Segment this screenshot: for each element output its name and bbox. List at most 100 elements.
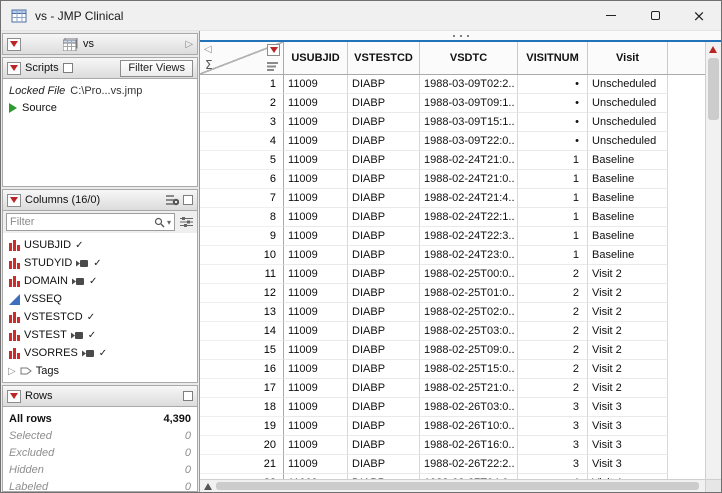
cell-vsdtc[interactable]: 1988-02-24T21:0..	[420, 151, 518, 170]
cell-vsdtc[interactable]: 1988-03-09T22:0..	[420, 132, 518, 151]
row-number[interactable]: 9	[200, 227, 284, 246]
cell-vstestcd[interactable]: DIABP	[348, 151, 420, 170]
cell-vsdtc[interactable]: 1988-02-25T01:0..	[420, 284, 518, 303]
cell-vstestcd[interactable]: DIABP	[348, 303, 420, 322]
cell-visitnum[interactable]: •	[518, 94, 588, 113]
cell-vstestcd[interactable]: DIABP	[348, 322, 420, 341]
cell-vstestcd[interactable]: DIABP	[348, 170, 420, 189]
vertical-scrollbar[interactable]	[705, 42, 721, 492]
cell-usubjid[interactable]: 11009	[284, 113, 348, 132]
cell-usubjid[interactable]: 11009	[284, 246, 348, 265]
table-row[interactable]: 311009DIABP1988-03-09T15:1..•Unscheduled	[200, 113, 705, 132]
row-number[interactable]: 11	[200, 265, 284, 284]
row-number[interactable]: 2	[200, 94, 284, 113]
table-row[interactable]: 211009DIABP1988-03-09T09:1..•Unscheduled	[200, 94, 705, 113]
sigma-icon[interactable]: Σ	[205, 58, 213, 72]
column-item-domain[interactable]: DOMAIN✓	[3, 272, 197, 290]
cell-usubjid[interactable]: 11009	[284, 227, 348, 246]
cell-vsdtc[interactable]: 1988-02-26T10:0..	[420, 417, 518, 436]
row-number[interactable]: 16	[200, 360, 284, 379]
window-grip[interactable]	[200, 31, 721, 42]
cell-vstestcd[interactable]: DIABP	[348, 132, 420, 151]
cell-usubjid[interactable]: 11009	[284, 455, 348, 474]
table-row[interactable]: 111009DIABP1988-03-09T02:2..•Unscheduled	[200, 75, 705, 94]
cell-vstestcd[interactable]: DIABP	[348, 227, 420, 246]
panel-collapse-box[interactable]	[183, 391, 193, 401]
cell-usubjid[interactable]: 11009	[284, 379, 348, 398]
horizontal-scrollbar[interactable]	[200, 479, 705, 492]
cell-visitnum[interactable]: •	[518, 75, 588, 94]
table-row[interactable]: 1411009DIABP1988-02-25T03:0..2Visit 2	[200, 322, 705, 341]
scripts-menu-red-triangle[interactable]	[7, 62, 21, 75]
cell-visitnum[interactable]: 2	[518, 360, 588, 379]
row-number[interactable]: 19	[200, 417, 284, 436]
cell-visit[interactable]: Visit 3	[588, 417, 668, 436]
disclosure-icon[interactable]: ▷	[8, 366, 16, 377]
rows-stat-selected[interactable]: Selected0	[9, 427, 191, 444]
table-row[interactable]: 1611009DIABP1988-02-25T15:0..2Visit 2	[200, 360, 705, 379]
cell-visit[interactable]: Unscheduled	[588, 132, 668, 151]
cell-visitnum[interactable]: 3	[518, 455, 588, 474]
panel-expand-icon[interactable]: ▷	[185, 39, 193, 50]
cell-visit[interactable]: Visit 2	[588, 379, 668, 398]
cell-usubjid[interactable]: 11009	[284, 170, 348, 189]
cell-visitnum[interactable]: 1	[518, 170, 588, 189]
cell-usubjid[interactable]: 11009	[284, 417, 348, 436]
vertical-scroll-thumb[interactable]	[708, 58, 719, 120]
cell-usubjid[interactable]: 11009	[284, 436, 348, 455]
cell-usubjid[interactable]: 11009	[284, 189, 348, 208]
table-row[interactable]: 1511009DIABP1988-02-25T09:0..2Visit 2	[200, 341, 705, 360]
cell-visitnum[interactable]: 2	[518, 265, 588, 284]
cell-vstestcd[interactable]: DIABP	[348, 189, 420, 208]
cell-visitnum[interactable]: 1	[518, 227, 588, 246]
cell-vsdtc[interactable]: 1988-02-24T21:0..	[420, 170, 518, 189]
cell-vsdtc[interactable]: 1988-02-25T21:0..	[420, 379, 518, 398]
column-item-studyid[interactable]: STUDYID✓	[3, 254, 197, 272]
cell-usubjid[interactable]: 11009	[284, 398, 348, 417]
cell-visit[interactable]: Visit 3	[588, 455, 668, 474]
horizontal-scroll-thumb[interactable]	[216, 482, 699, 490]
rows-stat-hidden[interactable]: Hidden0	[9, 461, 191, 478]
cell-visitnum[interactable]: 1	[518, 208, 588, 227]
rows-stat-all-rows[interactable]: All rows4,390	[9, 410, 191, 427]
table-row[interactable]: 1211009DIABP1988-02-25T01:0..2Visit 2	[200, 284, 705, 303]
cell-visit[interactable]: Visit 2	[588, 341, 668, 360]
close-button[interactable]: ×	[677, 1, 721, 30]
cell-vsdtc[interactable]: 1988-02-24T22:1..	[420, 208, 518, 227]
cell-visitnum[interactable]: 1	[518, 246, 588, 265]
cell-vsdtc[interactable]: 1988-02-26T16:0..	[420, 436, 518, 455]
cell-visitnum[interactable]: 2	[518, 303, 588, 322]
table-row[interactable]: 1311009DIABP1988-02-25T02:0..2Visit 2	[200, 303, 705, 322]
maximize-button[interactable]	[633, 1, 677, 30]
column-settings-icon[interactable]	[166, 194, 179, 206]
table-row[interactable]: 611009DIABP1988-02-24T21:0..1Baseline	[200, 170, 705, 189]
cell-visitnum[interactable]: 2	[518, 322, 588, 341]
table-row[interactable]: 2011009DIABP1988-02-26T16:0..3Visit 3	[200, 436, 705, 455]
table-row[interactable]: 1911009DIABP1988-02-26T10:0..3Visit 3	[200, 417, 705, 436]
row-number[interactable]: 4	[200, 132, 284, 151]
cell-visitnum[interactable]: •	[518, 132, 588, 151]
cell-vstestcd[interactable]: DIABP	[348, 360, 420, 379]
scroll-up-arrow[interactable]	[709, 46, 717, 53]
cell-visit[interactable]: Baseline	[588, 227, 668, 246]
cell-visit[interactable]: Baseline	[588, 151, 668, 170]
row-number[interactable]: 13	[200, 303, 284, 322]
table-row[interactable]: 1111009DIABP1988-02-25T00:0..2Visit 2	[200, 265, 705, 284]
cell-visitnum[interactable]: 2	[518, 341, 588, 360]
row-number[interactable]: 8	[200, 208, 284, 227]
cell-vsdtc[interactable]: 1988-02-25T02:0..	[420, 303, 518, 322]
row-number[interactable]: 6	[200, 170, 284, 189]
cell-usubjid[interactable]: 11009	[284, 265, 348, 284]
chevron-down-icon[interactable]: ▾	[167, 218, 171, 227]
cell-vsdtc[interactable]: 1988-03-09T15:1..	[420, 113, 518, 132]
cell-vsdtc[interactable]: 1988-02-25T09:0..	[420, 341, 518, 360]
cell-visit[interactable]: Unscheduled	[588, 75, 668, 94]
table-row[interactable]: 411009DIABP1988-03-09T22:0..•Unscheduled	[200, 132, 705, 151]
cell-vstestcd[interactable]: DIABP	[348, 113, 420, 132]
cell-vsdtc[interactable]: 1988-02-24T23:0..	[420, 246, 518, 265]
cell-usubjid[interactable]: 11009	[284, 132, 348, 151]
row-number[interactable]: 3	[200, 113, 284, 132]
cell-usubjid[interactable]: 11009	[284, 75, 348, 94]
cell-visit[interactable]: Baseline	[588, 170, 668, 189]
cell-visit[interactable]: Visit 2	[588, 360, 668, 379]
